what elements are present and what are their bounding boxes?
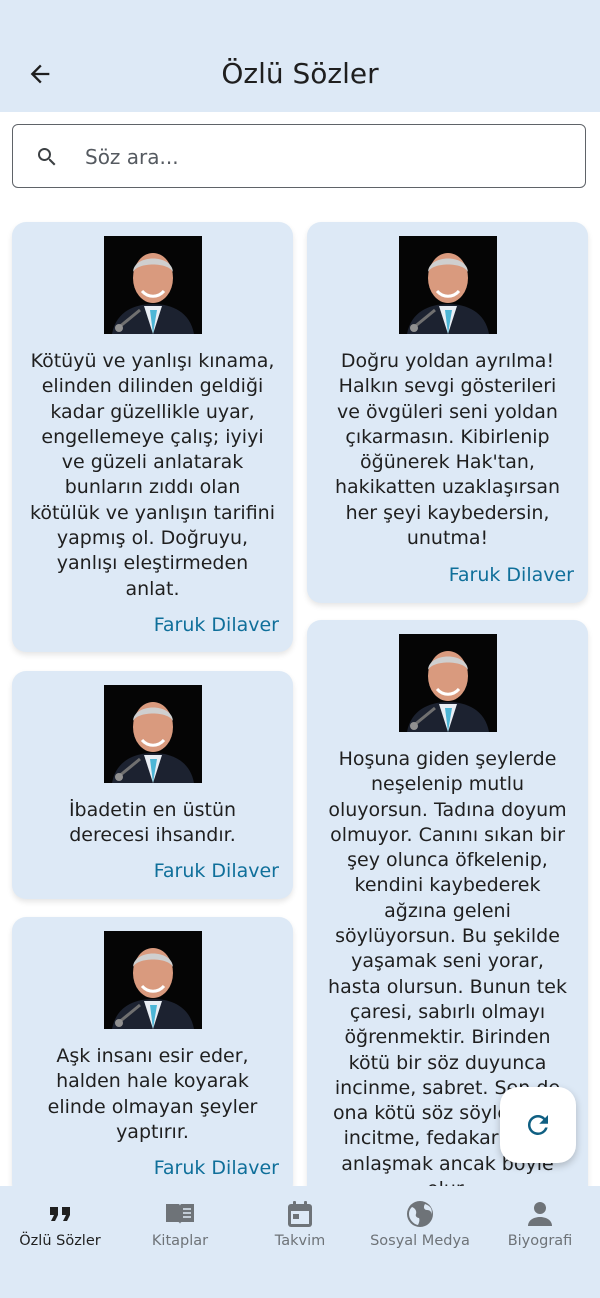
quote-icon: [50, 1207, 70, 1221]
nav-item-kitaplar[interactable]: Kitaplar: [120, 1186, 240, 1298]
bottom-navigation: Özlü Sözler Kitaplar Takvim Sosyal Medya: [0, 1186, 600, 1298]
app-bar: Özlü Sözler: [0, 0, 600, 112]
refresh-button[interactable]: [500, 1087, 576, 1163]
nav-label: Özlü Sözler: [19, 1233, 101, 1249]
quote-card[interactable]: Kötüyü ve yanlışı kınama, elinden dilind…: [12, 222, 293, 652]
calendar-icon: [288, 1201, 312, 1227]
search-input[interactable]: [83, 135, 567, 179]
author-photo: [398, 634, 497, 732]
quote-text: Kötüyü ve yanlışı kınama, elinden dilind…: [30, 350, 275, 600]
author-photo: [103, 931, 202, 1029]
search-field[interactable]: [12, 124, 586, 188]
quote-card[interactable]: Aşk insanı esir eder, halden hale koyara…: [12, 917, 293, 1197]
quote-text: Doğru yoldan ayrılma! Halkın sevgi göste…: [334, 350, 561, 550]
author-photo: [103, 236, 202, 334]
quote-card[interactable]: İbadetin en üstün derecesi ihsandır. Far…: [12, 671, 293, 899]
search-icon: [38, 148, 56, 166]
page-title: Özlü Sözler: [221, 57, 379, 90]
nav-label: Sosyal Medya: [370, 1233, 470, 1249]
nav-label: Takvim: [274, 1233, 326, 1249]
author-photo: [103, 685, 202, 783]
person-icon: [528, 1202, 552, 1226]
quote-text: Aşk insanı esir eder, halden hale koyara…: [47, 1045, 258, 1143]
book-icon: [166, 1204, 194, 1224]
nav-label: Biyografi: [507, 1233, 573, 1249]
quote-author[interactable]: Faruk Dilaver: [154, 1157, 279, 1179]
quote-card[interactable]: Doğru yoldan ayrılma! Halkın sevgi göste…: [307, 222, 588, 603]
nav-item-ozlu-sozler[interactable]: Özlü Sözler: [0, 1186, 120, 1298]
nav-item-biyografi[interactable]: Biyografi: [480, 1186, 600, 1298]
quote-author[interactable]: Faruk Dilaver: [449, 564, 574, 586]
nav-item-takvim[interactable]: Takvim: [240, 1186, 360, 1298]
nav-label: Kitaplar: [151, 1233, 209, 1249]
quote-author[interactable]: Faruk Dilaver: [154, 614, 279, 636]
quote-text: İbadetin en üstün derecesi ihsandır.: [68, 799, 237, 847]
globe-icon: [407, 1201, 433, 1227]
quote-card[interactable]: Hoşuna giden şeylerde neşelenip mutlu ol…: [307, 620, 588, 1260]
quote-author[interactable]: Faruk Dilaver: [154, 860, 279, 882]
author-photo: [398, 236, 497, 334]
refresh-icon: [527, 1115, 548, 1135]
nav-item-sosyal-medya[interactable]: Sosyal Medya: [360, 1186, 480, 1298]
